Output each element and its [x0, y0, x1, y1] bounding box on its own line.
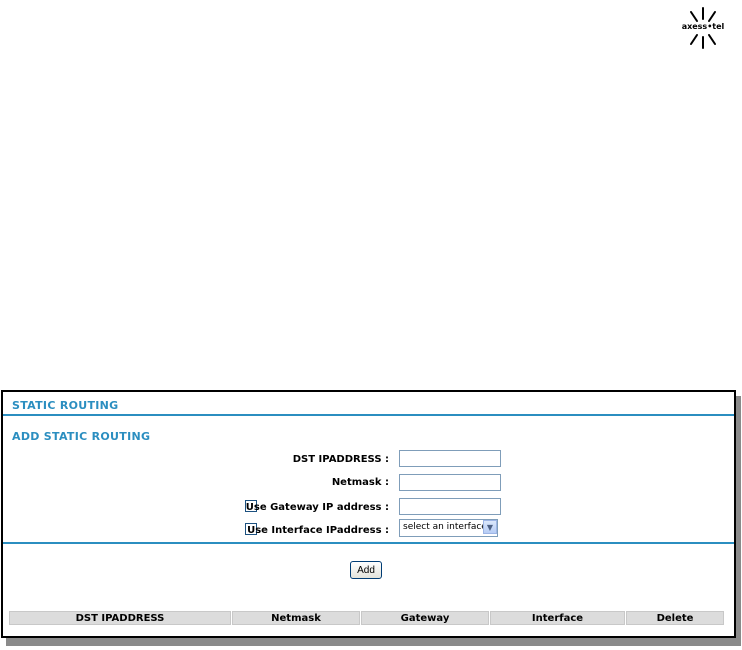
column-header-gateway: Gateway [361, 611, 489, 625]
dst-ipaddress-label: DST IPADDRESS : [292, 454, 389, 465]
static-routing-panel: STATIC ROUTING ADD STATIC ROUTING DST IP… [1, 390, 736, 638]
netmask-label: Netmask : [331, 477, 389, 488]
column-header-dst-ipaddress: DST IPADDRESS [9, 611, 231, 625]
netmask-input[interactable] [399, 474, 501, 491]
form-divider [3, 542, 734, 544]
use-gateway-label: Use Gateway IP address : [245, 502, 389, 513]
column-header-delete: Delete [626, 611, 724, 625]
use-interface-label: Use Interface IPaddress : [247, 525, 389, 536]
column-header-interface: Interface [490, 611, 625, 625]
chevron-down-icon[interactable]: ▼ [483, 520, 497, 534]
column-header-netmask: Netmask [232, 611, 360, 625]
dst-ipaddress-input[interactable] [399, 450, 501, 467]
interface-select[interactable]: select an interface ▼ [399, 519, 498, 537]
gateway-ip-input[interactable] [399, 498, 501, 515]
static-routing-title: STATIC ROUTING [12, 399, 119, 412]
title-divider [3, 414, 734, 416]
axesstel-logo: axess•tel [678, 6, 728, 50]
logo-text: axess•tel [678, 22, 728, 32]
add-button[interactable]: Add [350, 561, 382, 579]
interface-select-value: select an interface [403, 522, 487, 532]
add-static-routing-title: ADD STATIC ROUTING [12, 430, 151, 443]
